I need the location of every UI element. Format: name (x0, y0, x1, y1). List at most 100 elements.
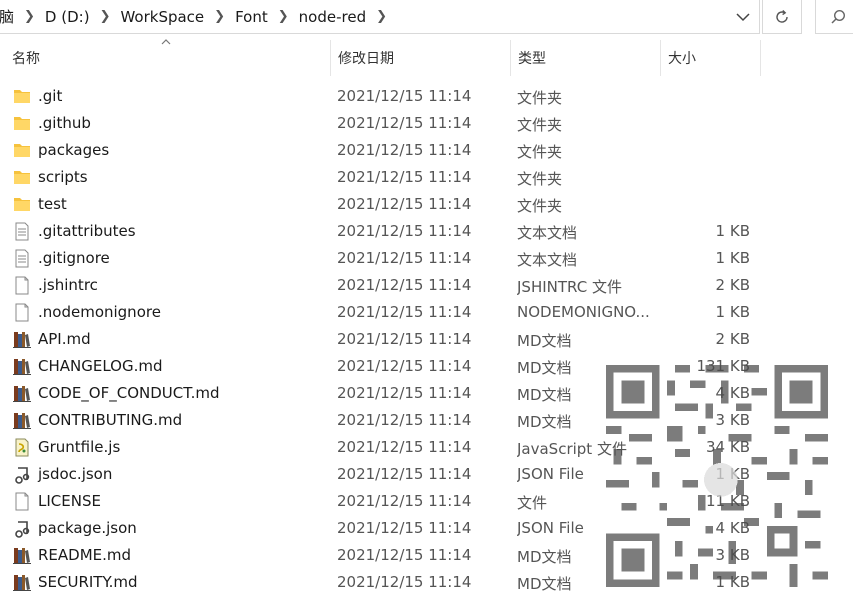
folder-icon (13, 168, 31, 187)
file-type: 文本文档 (517, 251, 578, 269)
file-type: JSHINTRC 文件 (517, 278, 622, 296)
file-name: package.json (38, 519, 137, 537)
file-row[interactable]: .github 2021/12/15 11:14 文件夹 (0, 110, 853, 137)
file-modified-date: 2021/12/15 11:14 (337, 249, 472, 267)
file-modified-date: 2021/12/15 11:14 (337, 438, 472, 456)
file-name: jsdoc.json (38, 465, 113, 483)
file-name: .gitignore (38, 249, 110, 267)
breadcrumb-node-red[interactable]: node-red (295, 8, 370, 26)
folder-icon (13, 114, 31, 133)
search-icon (831, 9, 846, 24)
file-type: 文件夹 (517, 89, 563, 107)
markdown-books-icon (13, 573, 31, 592)
file-type: 文件夹 (517, 116, 563, 134)
file-name: SECURITY.md (38, 573, 138, 591)
file-type: NODEMONIGNO... (517, 303, 650, 321)
file-name: Gruntfile.js (38, 438, 121, 456)
file-size: 1 KB (715, 303, 750, 321)
file-name: .git (38, 87, 63, 105)
file-row[interactable]: .gitattributes 2021/12/15 11:14 文本文档 1 KB (0, 218, 853, 245)
chevron-right-icon[interactable]: ❯ (18, 9, 41, 24)
chevron-right-icon[interactable]: ❯ (208, 9, 231, 24)
refresh-icon (776, 9, 788, 23)
file-name: scripts (38, 168, 88, 186)
file-type: MD文档 (517, 548, 572, 566)
column-header-type[interactable]: 类型 (510, 40, 660, 76)
file-name: CONTRIBUTING.md (38, 411, 183, 429)
file-row[interactable]: .git 2021/12/15 11:14 文件夹 (0, 83, 853, 110)
file-name: .jshintrc (38, 276, 98, 294)
column-header-size[interactable]: 大小 (660, 40, 760, 76)
file-type: 文件夹 (517, 143, 563, 161)
file-row[interactable]: API.md 2021/12/15 11:14 MD文档 2 KB (0, 326, 853, 353)
chevron-right-icon[interactable]: ❯ (94, 9, 117, 24)
file-modified-date: 2021/12/15 11:14 (337, 87, 472, 105)
file-size: 1 KB (715, 222, 750, 240)
file-name: .nodemonignore (38, 303, 161, 321)
file-row[interactable]: packages 2021/12/15 11:14 文件夹 (0, 137, 853, 164)
file-type: MD文档 (517, 332, 572, 350)
file-modified-date: 2021/12/15 11:14 (337, 411, 472, 429)
search-box[interactable] (815, 0, 853, 34)
file-row[interactable]: .nodemonignore 2021/12/15 11:14 NODEMONIGN… (0, 299, 853, 326)
file-name: CHANGELOG.md (38, 357, 163, 375)
markdown-books-icon (13, 411, 31, 430)
file-name: CODE_OF_CONDUCT.md (38, 384, 220, 402)
file-type: JSON File (517, 519, 584, 537)
file-icon (13, 303, 31, 322)
chevron-right-icon[interactable]: ❯ (272, 9, 295, 24)
file-modified-date: 2021/12/15 11:14 (337, 330, 472, 348)
file-type: MD文档 (517, 413, 572, 431)
file-type: MD文档 (517, 575, 572, 593)
address-history-dropdown[interactable] (726, 0, 760, 34)
file-modified-date: 2021/12/15 11:14 (337, 492, 472, 510)
refresh-button[interactable] (762, 0, 802, 34)
file-modified-date: 2021/12/15 11:14 (337, 384, 472, 402)
file-modified-date: 2021/12/15 11:14 (337, 357, 472, 375)
file-name: API.md (38, 330, 91, 348)
folder-icon (13, 141, 31, 160)
qr-code-overlay (606, 365, 828, 587)
column-divider[interactable] (760, 40, 761, 76)
markdown-books-icon (13, 357, 31, 376)
file-name: test (38, 195, 67, 213)
json-file-icon (13, 465, 31, 484)
javascript-file-icon (13, 438, 31, 457)
file-row[interactable]: scripts 2021/12/15 11:14 文件夹 (0, 164, 853, 191)
markdown-books-icon (13, 546, 31, 565)
file-icon (13, 276, 31, 295)
file-name: README.md (38, 546, 132, 564)
file-row[interactable]: test 2021/12/15 11:14 文件夹 (0, 191, 853, 218)
breadcrumb-font[interactable]: Font (231, 8, 272, 26)
chevron-right-icon[interactable]: ❯ (370, 9, 393, 24)
file-modified-date: 2021/12/15 11:14 (337, 141, 472, 159)
folder-icon (13, 87, 31, 106)
address-row: 脑 ❯ D (D:) ❯ WorkSpace ❯ Font ❯ node-red… (0, 0, 853, 34)
text-document-icon (13, 249, 31, 268)
file-modified-date: 2021/12/15 11:14 (337, 573, 472, 591)
file-type: 文本文档 (517, 224, 578, 242)
file-modified-date: 2021/12/15 11:14 (337, 168, 472, 186)
file-modified-date: 2021/12/15 11:14 (337, 303, 472, 321)
file-name: .gitattributes (38, 222, 136, 240)
column-header-name[interactable]: 名称 (4, 40, 330, 76)
file-size: 1 KB (715, 249, 750, 267)
file-name: .github (38, 114, 91, 132)
text-document-icon (13, 222, 31, 241)
file-modified-date: 2021/12/15 11:14 (337, 546, 472, 564)
breadcrumb-drive-d[interactable]: D (D:) (41, 8, 94, 26)
file-row[interactable]: .gitignore 2021/12/15 11:14 文本文档 1 KB (0, 245, 853, 272)
file-modified-date: 2021/12/15 11:14 (337, 465, 472, 483)
address-bar[interactable]: 脑 ❯ D (D:) ❯ WorkSpace ❯ Font ❯ node-red… (0, 0, 760, 34)
breadcrumb-workspace[interactable]: WorkSpace (116, 8, 208, 26)
column-header-date[interactable]: 修改日期 (330, 40, 510, 76)
file-row[interactable]: .jshintrc 2021/12/15 11:14 JSHINTRC 文件 2 KB (0, 272, 853, 299)
file-icon (13, 492, 31, 511)
breadcrumb-this-pc[interactable]: 脑 (0, 6, 18, 27)
file-type: 文件 (517, 494, 548, 512)
file-type: MD文档 (517, 359, 572, 377)
markdown-books-icon (13, 384, 31, 403)
markdown-books-icon (13, 330, 31, 349)
file-modified-date: 2021/12/15 11:14 (337, 519, 472, 537)
folder-icon (13, 195, 31, 214)
